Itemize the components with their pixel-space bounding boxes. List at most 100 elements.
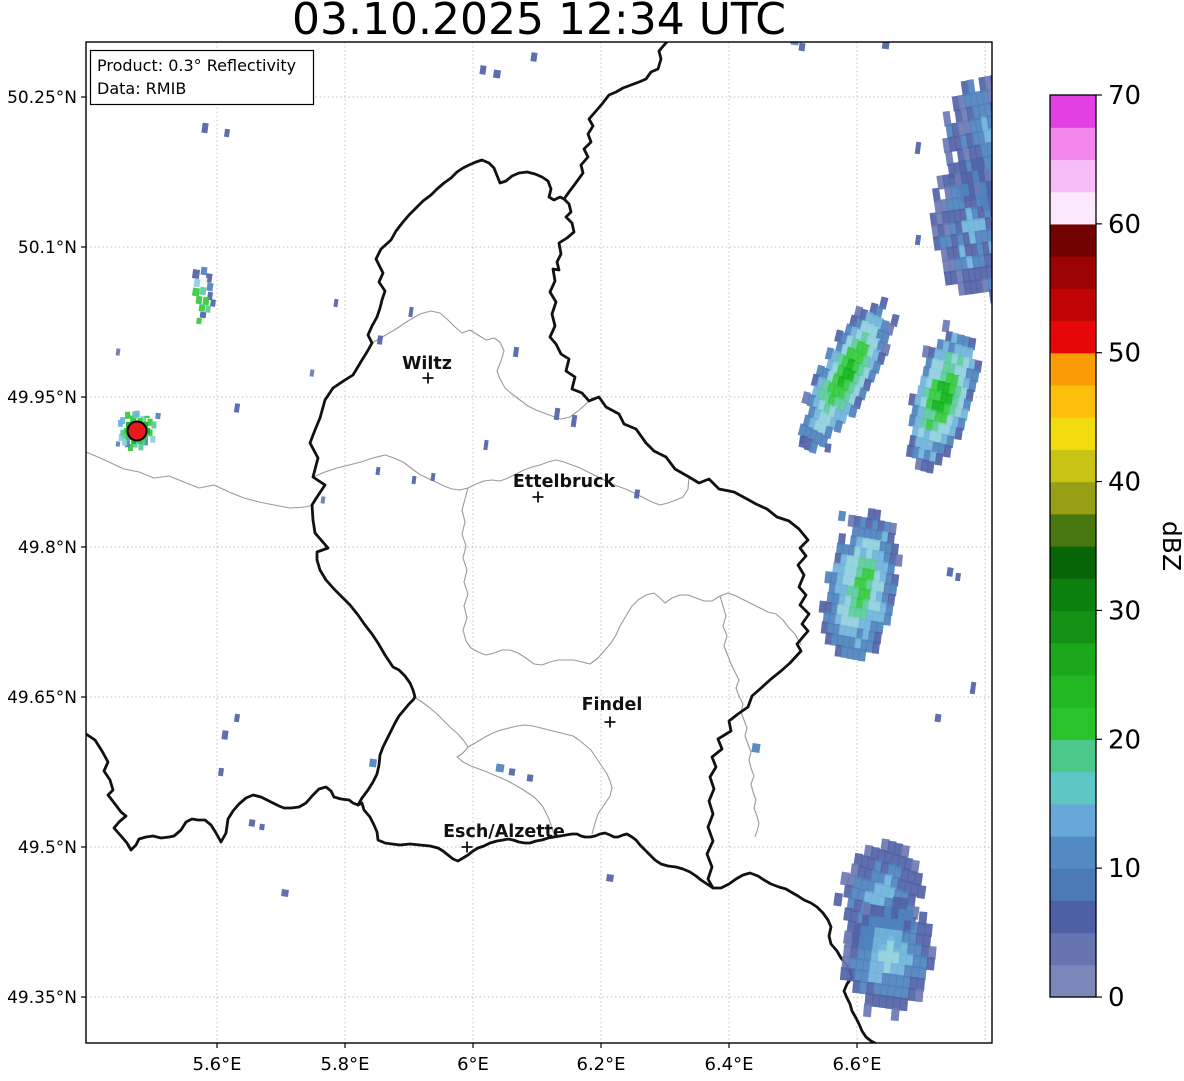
x-tick-label: 6°E xyxy=(457,1054,489,1075)
echo-cell xyxy=(999,275,1008,290)
colorbar-segment xyxy=(1050,932,1096,966)
echo-cell xyxy=(1029,172,1038,188)
echo-cell xyxy=(1001,202,1010,217)
page-title: 03.10.2025 12:34 UTC xyxy=(292,0,786,45)
echo-speck xyxy=(606,874,614,882)
echo-speck xyxy=(193,278,201,288)
echo-cell xyxy=(1015,135,1024,151)
echo-cell xyxy=(871,641,881,655)
echo-speck xyxy=(837,510,847,522)
colorbar-segment xyxy=(1050,481,1096,515)
echo-cell xyxy=(1007,97,1016,113)
radar-clutter-cell xyxy=(151,421,157,429)
echo-cell xyxy=(1027,106,1036,122)
colorbar-segment xyxy=(1050,803,1096,837)
colorbar-segment xyxy=(1050,707,1096,740)
colorbar-segment xyxy=(1050,900,1096,934)
x-tick-label: 5.6°E xyxy=(193,1054,242,1075)
colorbar-unit-label: dBZ xyxy=(1157,521,1184,571)
echo-cell xyxy=(1015,162,1024,178)
colorbar-segment xyxy=(1050,771,1096,805)
echo-cell xyxy=(1027,159,1036,175)
y-tick-label: 49.95°N xyxy=(7,388,77,408)
colorbar-segment xyxy=(1050,449,1096,483)
info-box: Product: 0.3° Reflectivity Data: RMIB xyxy=(89,49,315,106)
echo-speck xyxy=(199,311,207,319)
echo-cell xyxy=(1021,134,1030,150)
echo-cell xyxy=(1035,171,1044,187)
echo-cell xyxy=(899,997,909,1012)
echo-cell xyxy=(995,203,1004,218)
echo-speck xyxy=(200,277,208,285)
echo-cell xyxy=(994,153,1003,169)
echo-cell xyxy=(1018,121,1027,137)
echo-speck xyxy=(221,730,229,740)
colorbar-tick-label: 0 xyxy=(1108,983,1125,1013)
echo-cell xyxy=(1012,237,1021,252)
radar-map-page: Wiltz Ettelbruck Findel Esch/Alzette 50.25°… xyxy=(0,0,1184,1081)
echo-cell xyxy=(997,263,1006,278)
echo-cell xyxy=(1027,133,1036,149)
echo-cell xyxy=(1012,176,1021,192)
echo-cell xyxy=(1030,146,1039,162)
echo-speck xyxy=(205,305,211,313)
echo-speck xyxy=(751,742,761,754)
colorbar-segment xyxy=(1050,191,1096,225)
echo-speck xyxy=(281,889,289,897)
echo-cell xyxy=(1004,226,1013,241)
echo-speck xyxy=(530,52,538,62)
echo-cell xyxy=(1006,177,1015,193)
info-box-product-line: Product: 0.3° Reflectivity xyxy=(97,56,296,75)
colorbar-segment xyxy=(1050,320,1096,354)
echo-cell xyxy=(999,86,1008,102)
echo-cell xyxy=(1000,239,1009,254)
echo-cell xyxy=(1001,125,1010,141)
echo-speck xyxy=(798,42,806,52)
echo-speck xyxy=(495,763,505,773)
echo-cell xyxy=(1041,143,1050,159)
echo-speck xyxy=(824,443,832,453)
colorbar-tick-label: 70 xyxy=(1108,81,1141,111)
echo-cell xyxy=(1013,123,1022,139)
echo-cell xyxy=(1008,190,1017,206)
echo-cell xyxy=(1014,189,1023,205)
colorbar-segment xyxy=(1050,610,1096,644)
echo-cell xyxy=(992,228,1001,243)
echo-cell xyxy=(993,191,1002,206)
echo-cell xyxy=(1000,152,1009,168)
echo-cell xyxy=(1005,190,1014,205)
echo-cell xyxy=(1018,175,1027,191)
echo-cell xyxy=(926,956,936,971)
echo-cell xyxy=(991,166,992,183)
echo-cell xyxy=(1039,104,1048,120)
y-tick-label: 49.8°N xyxy=(18,538,77,558)
echo-speck xyxy=(248,819,256,827)
colorbar-segment xyxy=(1050,513,1096,547)
echo-cell xyxy=(1003,164,1012,180)
colorbar-segment xyxy=(1050,739,1096,773)
echo-cell xyxy=(1036,118,1045,134)
echo-cell xyxy=(1006,238,1015,253)
echo-cell xyxy=(998,139,1007,155)
echo-cell xyxy=(1018,148,1027,164)
echo-cell xyxy=(1024,147,1033,163)
echo-cell xyxy=(1032,158,1041,174)
radar-clutter-cell xyxy=(150,435,156,443)
echo-cell xyxy=(994,180,1003,196)
echo-cell xyxy=(894,554,904,567)
echo-cell xyxy=(1006,150,1015,166)
radar-site-dot xyxy=(126,420,148,442)
echo-speck xyxy=(790,42,800,46)
echo-speck xyxy=(191,287,201,297)
echo-cell xyxy=(1030,119,1039,135)
echo-cell xyxy=(1009,137,1018,153)
echo-cell xyxy=(883,613,892,626)
colorbar-segment xyxy=(1050,256,1096,289)
echo-speck xyxy=(368,758,378,768)
echo-speck xyxy=(195,295,203,305)
echo-cell xyxy=(1004,111,1013,127)
colorbar-segment xyxy=(1050,642,1096,676)
echo-speck xyxy=(508,768,516,776)
colorbar-segment xyxy=(1050,674,1096,708)
colorbar-tick-label: 20 xyxy=(1108,725,1141,755)
